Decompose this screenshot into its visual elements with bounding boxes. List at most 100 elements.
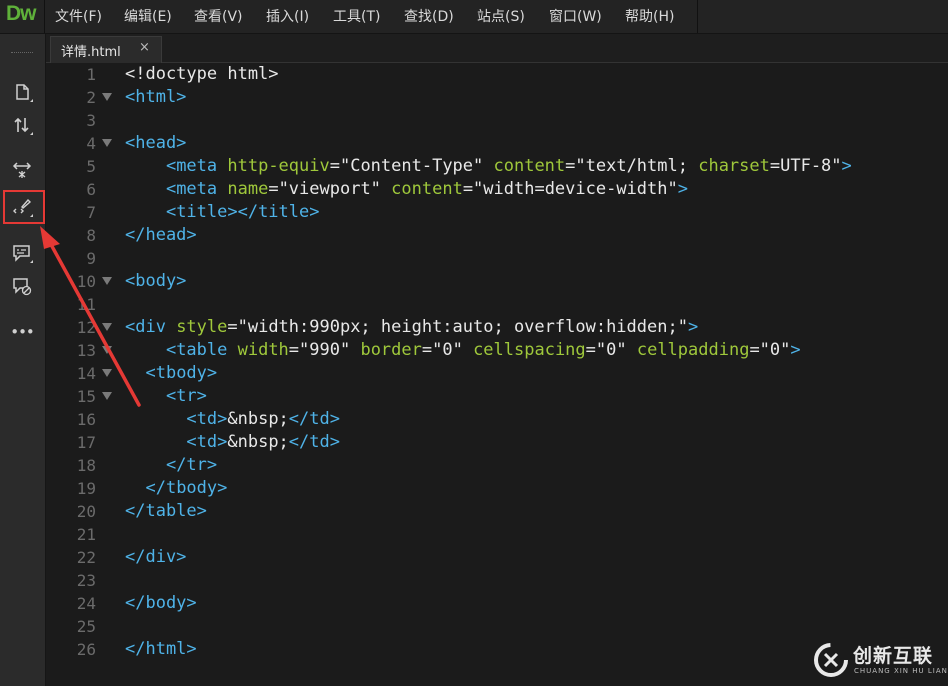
code-text: <html> <box>125 86 186 109</box>
fold-toggle-icon[interactable] <box>102 392 112 400</box>
expand-icon[interactable] <box>9 157 35 183</box>
menu-window[interactable]: 窗口(W) <box>549 6 602 26</box>
line-number: 10 <box>76 272 96 291</box>
code-token: &nbsp; <box>227 409 289 429</box>
code-token: </body> <box>125 593 197 613</box>
code-line[interactable]: 13 <table width="990" border="0" cellspa… <box>46 339 948 362</box>
code-token: <tr> <box>165 386 207 406</box>
code-line[interactable]: 24 </body> <box>46 592 948 615</box>
code-token: =UTF-8" <box>769 156 842 176</box>
line-number: 15 <box>76 387 96 406</box>
code-token: <html> <box>125 87 187 107</box>
code-token: <!doctype html> <box>125 64 279 84</box>
code-text: <!doctype html> <box>125 63 279 86</box>
line-number: 20 <box>76 502 96 521</box>
fold-toggle-icon[interactable] <box>102 346 112 354</box>
menu-site[interactable]: 站点(S) <box>477 6 525 26</box>
menu-file[interactable]: 文件(F) <box>55 6 102 26</box>
code-line[interactable]: 16 <td>&nbsp;</td> <box>46 408 948 431</box>
code-line[interactable]: 11 <box>46 293 948 316</box>
code-text: <td>&nbsp;</td> <box>125 431 340 454</box>
code-line[interactable]: 7 <title></title> <box>46 201 948 224</box>
code-line[interactable]: 20 </table> <box>46 500 948 523</box>
code-token: cellspacing <box>473 340 586 360</box>
code-token: ="0" <box>421 340 474 360</box>
fold-toggle-icon[interactable] <box>102 323 112 331</box>
code-line[interactable]: 4 <head> <box>46 132 948 155</box>
code-token: <body> <box>125 271 187 291</box>
code-text: </tr> <box>125 454 217 477</box>
code-text: <meta http-equiv="Content-Type" content=… <box>125 155 852 178</box>
menu-insert[interactable]: 插入(I) <box>266 6 309 26</box>
code-line[interactable]: 2 <html> <box>46 86 948 109</box>
code-line[interactable]: 22 </div> <box>46 546 948 569</box>
line-number: 13 <box>76 341 96 360</box>
code-line[interactable]: 21 <box>46 523 948 546</box>
fold-toggle-icon[interactable] <box>102 139 112 147</box>
code-token: http-equiv <box>227 156 330 176</box>
code-text: <tbody> <box>125 362 217 385</box>
code-text: </div> <box>125 546 186 569</box>
code-line[interactable]: 23 <box>46 569 948 592</box>
remove-comment-icon[interactable] <box>9 273 35 299</box>
code-token: name <box>227 179 269 199</box>
code-line[interactable]: 8 </head> <box>46 224 948 247</box>
code-text: <tr> <box>125 385 207 408</box>
watermark-subtitle: CHUANG XIN HU LIAN <box>854 667 948 675</box>
code-line[interactable]: 3 <box>46 109 948 132</box>
code-line[interactable]: 1 <!doctype html> <box>46 63 948 86</box>
code-token: <table <box>165 340 238 360</box>
tab-label: 详情.html <box>61 45 121 60</box>
more-icon[interactable]: ••• <box>9 319 35 345</box>
code-token: ="width=device-width" <box>462 179 678 199</box>
code-token: <td> <box>186 409 228 429</box>
menu-edit[interactable]: 编辑(E) <box>124 6 172 26</box>
line-number: 26 <box>76 640 96 659</box>
code-token: ="viewport" <box>268 179 392 199</box>
comment-icon[interactable] <box>9 240 35 266</box>
code-text: </html> <box>125 638 197 661</box>
code-editor[interactable]: 1 <!doctype html> 2 <html> 3 4 <head> 5 <meta h… <box>46 63 948 686</box>
menu-view[interactable]: 查看(V) <box>194 6 243 26</box>
code-token: ="990" <box>288 340 361 360</box>
fold-toggle-icon[interactable] <box>102 369 112 377</box>
tab-details-html[interactable]: 详情.html × <box>50 36 162 63</box>
code-token: ="0" <box>749 340 791 360</box>
code-line[interactable]: 15 <tr> <box>46 385 948 408</box>
toolbar-grip[interactable] <box>11 52 33 55</box>
code-line[interactable]: 10 <body> <box>46 270 948 293</box>
line-number: 23 <box>76 571 96 590</box>
new-file-icon[interactable] <box>9 79 35 105</box>
code-line[interactable]: 6 <meta name="viewport" content="width=d… <box>46 178 948 201</box>
code-line[interactable]: 9 <box>46 247 948 270</box>
fold-toggle-icon[interactable] <box>102 93 112 101</box>
code-line[interactable]: 19 </tbody> <box>46 477 948 500</box>
code-line[interactable]: 17 <td>&nbsp;</td> <box>46 431 948 454</box>
code-line[interactable]: 5 <meta http-equiv="Content-Type" conten… <box>46 155 948 178</box>
document-tab-bar: 详情.html × <box>46 34 948 63</box>
code-text: <body> <box>125 270 186 293</box>
fold-toggle-icon[interactable] <box>102 277 112 285</box>
code-line[interactable]: 12 <div style="width:990px; height:auto; … <box>46 316 948 339</box>
code-token: ="text/html; <box>565 156 699 176</box>
menu-help[interactable]: 帮助(H) <box>625 6 674 26</box>
code-line[interactable]: 14 <tbody> <box>46 362 948 385</box>
code-line[interactable]: 25 <box>46 615 948 638</box>
code-line[interactable]: 18 </tr> <box>46 454 948 477</box>
code-text: </tbody> <box>125 477 227 500</box>
line-number: 6 <box>86 180 96 199</box>
menu-find[interactable]: 查找(D) <box>404 6 454 26</box>
code-token: ="Content-Type" <box>329 156 494 176</box>
line-number: 3 <box>86 111 96 130</box>
menu-tools[interactable]: 工具(T) <box>333 6 380 26</box>
code-token: <meta <box>165 179 228 199</box>
code-token: cellpadding <box>636 340 750 360</box>
close-icon[interactable]: × <box>139 40 150 55</box>
code-toolbar: ••• <box>0 34 46 686</box>
sort-icon[interactable] <box>9 112 35 138</box>
code-text: </head> <box>125 224 197 247</box>
code-token: > <box>687 317 699 337</box>
